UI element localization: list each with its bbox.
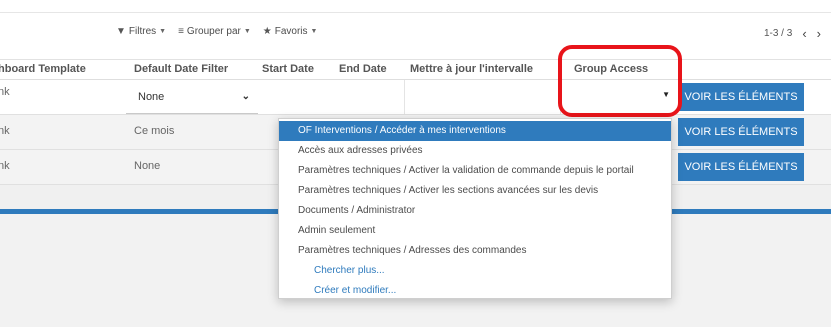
cell-template: nk: [0, 160, 10, 172]
favorites-button[interactable]: ★ Favoris ▼: [263, 26, 318, 37]
favorites-label: Favoris: [274, 26, 308, 37]
filters-button[interactable]: ▼ Filtres ▼: [116, 26, 166, 37]
caret-down-icon: ▼: [243, 28, 251, 35]
date-filter-value: None: [138, 90, 165, 103]
group-access-input[interactable]: ▼: [560, 80, 678, 114]
list-icon: ≡: [178, 26, 184, 37]
pager-value[interactable]: 1-3 / 3: [764, 28, 792, 39]
table-row[interactable]: nk None ⌄ ▼ VOIR LES ÉLÉMENTS: [0, 80, 831, 115]
dropdown-option[interactable]: Paramètres techniques / Activer la valid…: [279, 161, 671, 181]
column-header-dashboard-template[interactable]: hboard Template: [0, 63, 86, 75]
view-items-button[interactable]: VOIR LES ÉLÉMENTS: [678, 153, 804, 181]
search-options: ▼ Filtres ▼ ≡ Grouper par ▼ ★ Favoris ▼: [116, 26, 317, 37]
caret-down-icon: ▼: [159, 28, 167, 35]
chevron-down-icon: ⌄: [241, 91, 250, 102]
view-items-button[interactable]: VOIR LES ÉLÉMENTS: [678, 83, 804, 111]
chevron-right-icon[interactable]: ›: [817, 26, 821, 41]
dropdown-option[interactable]: Admin seulement: [279, 221, 671, 241]
dropdown-option[interactable]: Paramètres techniques / Activer les sect…: [279, 181, 671, 201]
dropdown-option[interactable]: Documents / Administrator: [279, 201, 671, 221]
update-interval-field[interactable]: [404, 80, 560, 114]
column-header-update-interval[interactable]: Mettre à jour l'intervalle: [410, 63, 533, 75]
pager: 1-3 / 3 ‹ ›: [764, 26, 821, 41]
caret-down-icon[interactable]: ▼: [662, 90, 670, 99]
default-date-filter-select[interactable]: None ⌄: [126, 80, 258, 114]
star-icon: ★: [262, 26, 272, 37]
group-access-dropdown: OF Interventions / Accéder à mes interve…: [278, 118, 672, 299]
control-panel: ▼ Filtres ▼ ≡ Grouper par ▼ ★ Favoris ▼ …: [0, 0, 831, 60]
group-by-label: Grouper par: [186, 26, 241, 37]
dropdown-option[interactable]: Accès aux adresses privées: [279, 141, 671, 161]
search-more-link[interactable]: Chercher plus...: [279, 261, 671, 281]
cell-date-filter: Ce mois: [134, 125, 175, 137]
group-by-button[interactable]: ≡ Grouper par ▼: [178, 26, 251, 37]
dropdown-option[interactable]: Paramètres techniques / Adresses des com…: [279, 241, 671, 261]
column-header-default-date-filter[interactable]: Default Date Filter: [134, 63, 228, 75]
column-header-group-access[interactable]: Group Access: [574, 63, 648, 75]
view-items-button[interactable]: VOIR LES ÉLÉMENTS: [678, 118, 804, 146]
chevron-left-icon[interactable]: ‹: [802, 26, 806, 41]
column-header-end-date[interactable]: End Date: [339, 63, 387, 75]
filter-icon: ▼: [116, 26, 126, 37]
cell-date-filter: None: [134, 160, 161, 172]
column-header-start-date[interactable]: Start Date: [262, 63, 314, 75]
cell-template: nk: [0, 86, 10, 98]
cell-template: nk: [0, 125, 10, 137]
dropdown-option[interactable]: OF Interventions / Accéder à mes interve…: [279, 121, 671, 141]
caret-down-icon: ▼: [310, 28, 318, 35]
table-header: hboard Template Default Date Filter Star…: [0, 60, 831, 80]
create-and-edit-link[interactable]: Créer et modifier...: [279, 281, 671, 301]
divider: [0, 12, 831, 13]
filters-label: Filtres: [128, 26, 157, 37]
